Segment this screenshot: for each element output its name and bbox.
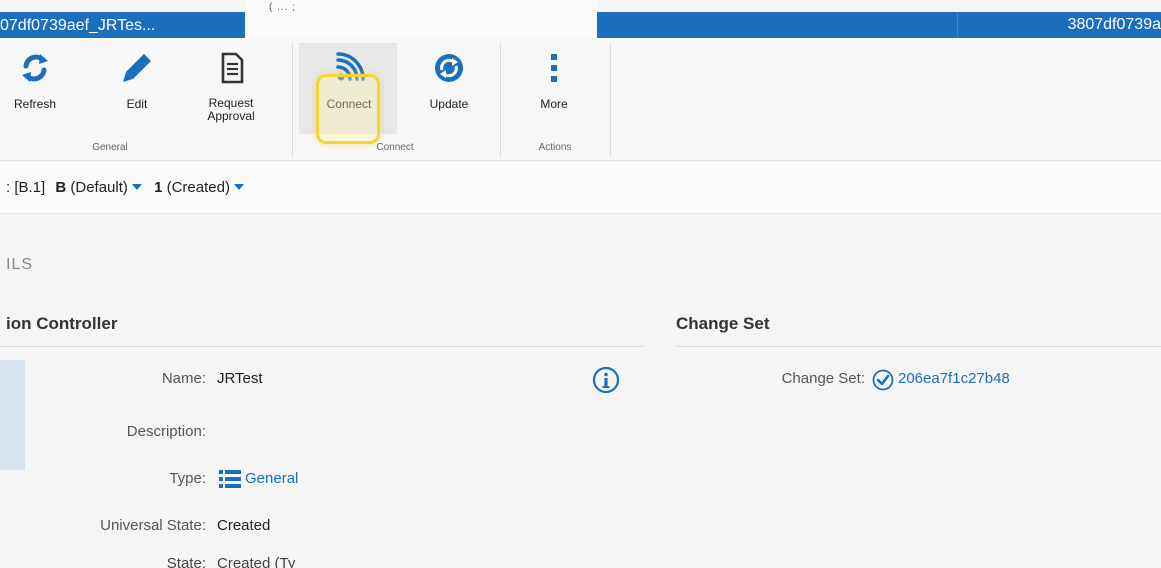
group-label-connect: Connect [376,142,414,153]
tab-controller[interactable]: 07df0739aef_JRTes... [0,12,245,38]
edit-label: Edit [126,97,148,111]
ribbon-divider [500,43,501,156]
tab-active-label: ( ... ; [269,2,296,13]
list-icon [219,470,241,488]
version-state: (Created) [166,179,230,196]
universal-state-value: Created [217,517,271,534]
universal-state-label: Universal State: [100,517,206,534]
section-title-change-set: Change Set [676,314,770,333]
section-divider [676,346,1161,347]
tab-active[interactable]: ( ... ; [245,0,597,38]
description-label: Description: [126,423,206,440]
version-bar: : [B.1] B (Default) 1 (Created) [0,162,1161,214]
change-set-link[interactable]: 206ea7f1c27b48 [898,370,1010,387]
refresh-button[interactable]: Refresh [4,43,66,138]
check-circle-icon [872,369,894,391]
update-label: Update [429,97,469,111]
type-label: Type: [169,470,206,487]
ribbon-toolbar: Refresh Edit Request Approval Connect Up… [0,38,1161,161]
left-accent-bar [0,360,25,470]
branch-state: (Default) [70,179,128,196]
info-icon[interactable] [592,366,620,394]
details-heading: ILS [6,256,34,273]
more-label: More [540,97,568,111]
tab-bar: 07df0739aef_JRTes... ( ... ; 3807df0739a [0,0,1161,38]
change-set-label: Change Set: [781,370,865,387]
section-title-controller: ion Controller [6,314,118,333]
edit-button[interactable]: Edit [106,43,168,138]
ribbon-divider [610,43,611,156]
more-button[interactable]: More [526,43,582,138]
state-label: State: [166,555,206,568]
version-number: 1 [154,179,163,196]
tab-controller-label: 07df0739aef_JRTes... [0,17,156,34]
branch-dropdown-caret-icon[interactable] [131,184,142,191]
group-label-general: General [92,142,128,153]
section-divider [0,346,644,347]
branch-letter: B [55,179,67,196]
update-button[interactable]: Update [416,43,482,138]
group-label-actions: Actions [538,142,572,153]
pencil-icon [123,54,151,82]
name-label: Name: [161,370,206,387]
update-sync-icon [435,54,463,82]
request-approval-label: Request Approval [207,96,255,123]
tab-secondary-label: 3807df0739a [1067,16,1161,33]
type-link[interactable]: General [245,470,298,487]
more-vertical-icon [551,54,557,82]
refresh-icon [22,54,48,82]
version-prefix: : [B.1] [6,179,46,196]
refresh-label: Refresh [13,97,57,111]
tab-secondary[interactable]: 3807df0739a [597,12,1161,38]
document-icon [221,52,244,84]
state-value: Created (Ty [217,555,296,568]
ribbon-divider [292,43,293,156]
name-value: JRTest [217,370,263,387]
version-dropdown-caret-icon[interactable] [233,184,244,191]
connect-focus-highlight [316,74,380,144]
state-row-partial: State: Created (Ty [0,555,1161,568]
tab-divider [957,12,958,38]
request-approval-button[interactable]: Request Approval [198,43,264,138]
